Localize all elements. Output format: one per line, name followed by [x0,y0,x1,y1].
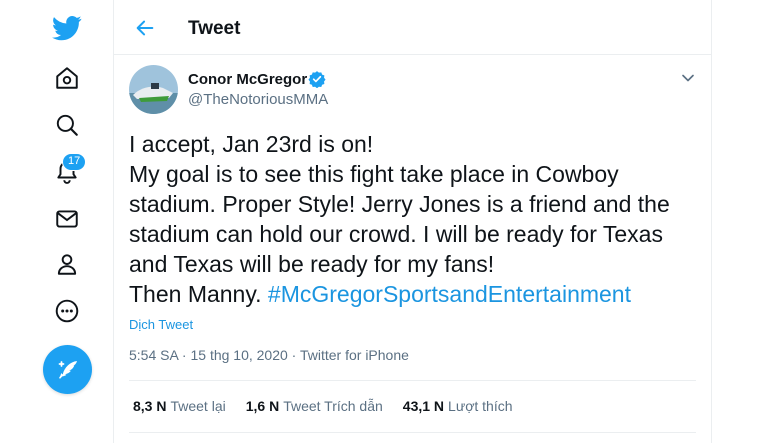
explore-search-icon[interactable] [44,102,90,148]
messages-envelope-icon[interactable] [44,196,90,242]
main-column: Tweet Conor McGregor @TheNotoriousMMA I … [113,0,712,443]
compose-tweet-button[interactable] [43,345,92,394]
tweet-text-line: I accept, Jan 23rd is on! [129,131,374,157]
page-header: Tweet [114,0,711,55]
translate-tweet-link[interactable]: Dịch Tweet [129,317,193,332]
divider [129,432,696,433]
more-circle-icon[interactable] [44,288,90,334]
tweet-text: I accept, Jan 23rd is on! My goal is to … [129,129,699,309]
stat-value: 1,6 N [245,398,280,414]
quote-tweet-count[interactable]: 1,6 N Tweet Trích dẫn [246,398,383,414]
tweet-text-line: My goal is to see this fight take place … [129,161,619,187]
page-title: Tweet [188,18,241,39]
stat-label: Tweet Trích dẫn [283,398,383,414]
tweet-text-line: stadium can hold our crowd. I will be re… [129,221,663,247]
tweet-text-line: stadium. Proper Style! Jerry Jones is a … [129,191,670,217]
stat-value: 43,1 N [402,398,445,414]
twitter-logo-icon[interactable] [44,5,90,51]
author-handle[interactable]: @TheNotoriousMMA [188,91,328,108]
avatar[interactable] [129,65,178,114]
back-button[interactable] [128,11,161,44]
tweet-text-last-line: Then Manny. #McGregorSportsandEntertainm… [129,279,699,309]
compose-tweet-icon [58,360,77,379]
stat-value: 8,3 N [133,398,167,414]
hashtag-link[interactable]: #McGregorSportsandEntertainment [268,281,631,307]
verified-badge-icon [308,71,326,88]
sidebar-nav: 17 [0,0,113,443]
stat-label: Lượt thích [448,398,513,414]
tweet-stats: 8,3 N Tweet lại 1,6 N Tweet Trích dẫn 43,1… [133,398,533,414]
like-count[interactable]: 43,1 N Lượt thích [403,398,513,414]
tweet-text-prefix: Then Manny. [129,281,262,307]
profile-person-icon[interactable] [44,241,90,287]
tweet-text-line: and Texas will be ready for my fans! [129,251,495,277]
back-arrow-icon [136,20,153,35]
home-icon[interactable] [44,55,90,101]
chevron-down-icon[interactable] [678,68,698,88]
retweet-count[interactable]: 8,3 N Tweet lại [133,398,226,414]
notification-count-badge: 17 [62,153,87,171]
tweet-timestamp[interactable]: 5:54 SA · 15 thg 10, 2020 · Twitter for … [129,347,409,363]
author-name[interactable]: Conor McGregor [188,71,307,88]
stat-label: Tweet lại [170,398,226,414]
divider [129,380,696,381]
